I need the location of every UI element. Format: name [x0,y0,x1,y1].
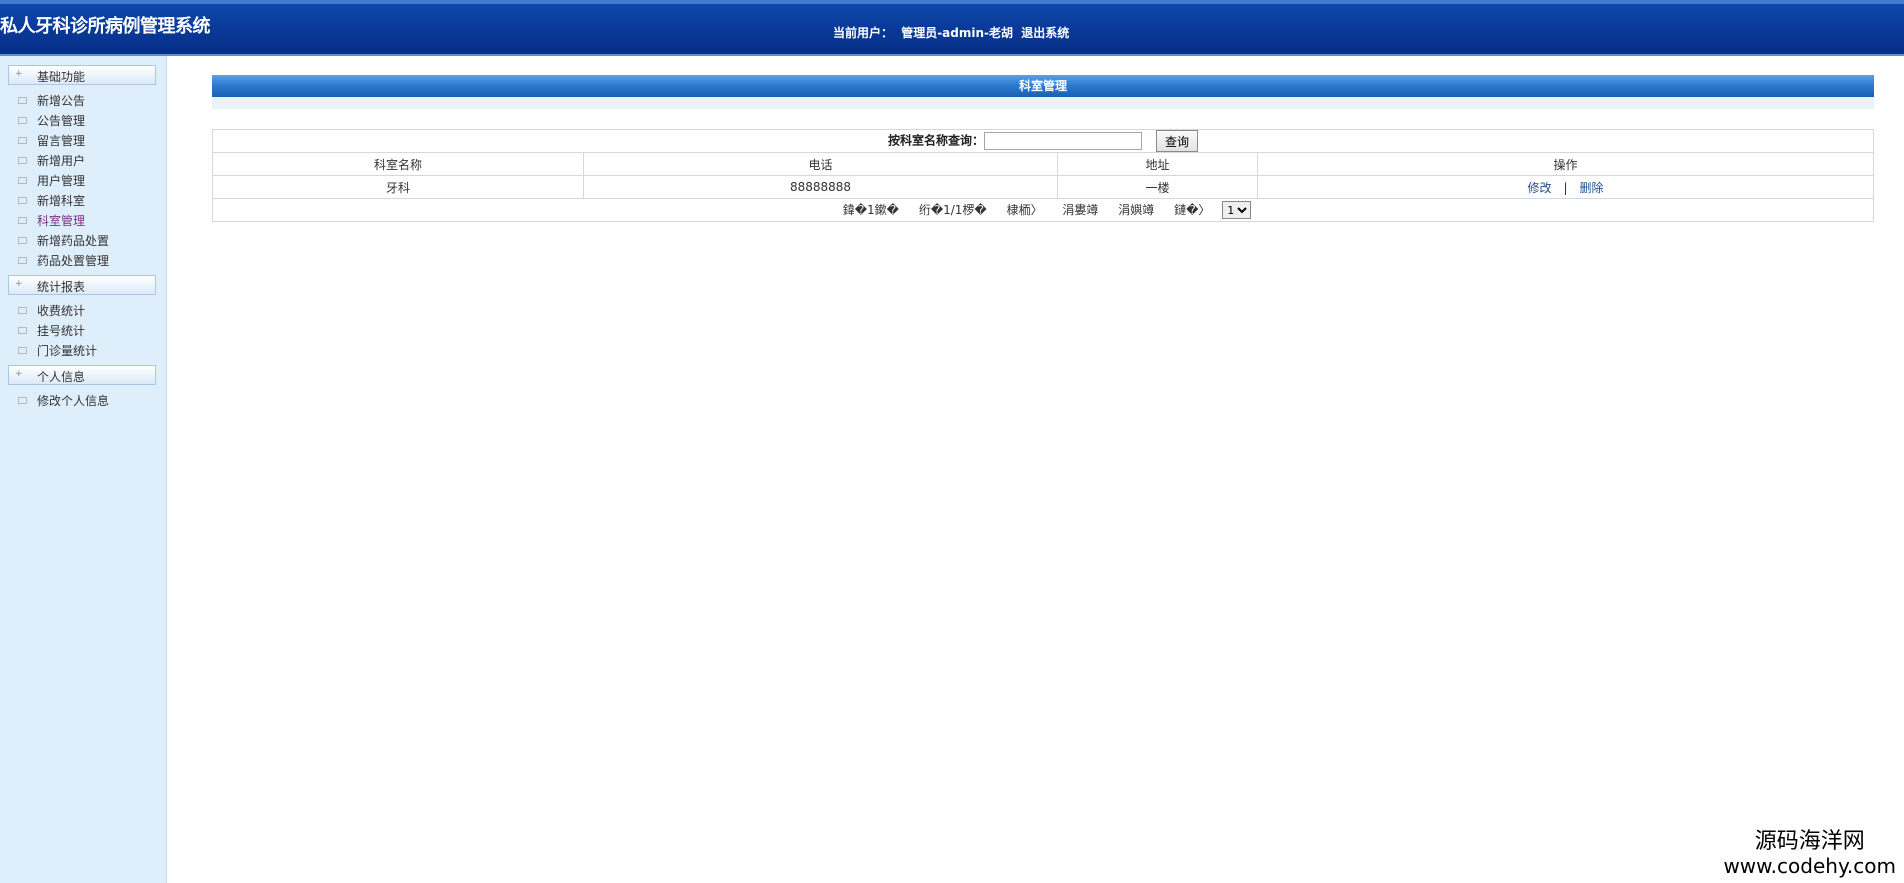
expand-icon: + [15,69,23,79]
bullet-icon [18,177,27,184]
watermark: 源码海洋网 www.codehy.com [1723,829,1896,877]
menu-group-label: 统计报表 [37,280,86,294]
search-button[interactable]: 查询 [1156,130,1199,152]
edit-link[interactable]: 修改 [1527,181,1551,195]
department-name-search-input[interactable] [984,132,1142,150]
sidebar-item-fee-stats[interactable]: 收费统计 [18,302,85,320]
pager-next-link[interactable]: 涓嬩竴 [1118,203,1154,217]
cell-address: 一楼 [1057,175,1258,199]
sidebar-item-department-manage[interactable]: 科室管理 [18,212,85,230]
bullet-icon [18,237,27,244]
sidebar-item-label: 挂号统计 [37,324,86,338]
cell-phone: 88888888 [583,175,1058,199]
bullet-icon [18,197,27,204]
action-separator: | [1563,180,1568,195]
sidebar-item-label: 修改个人信息 [37,394,110,408]
pager-first-link[interactable]: 棣栭〉 [1007,203,1043,217]
menu-group-basic[interactable]: + 基础功能 [8,65,156,85]
watermark-line1: 源码海洋网 [1754,829,1865,854]
sidebar-item-label: 留言管理 [37,134,86,148]
menu-group-label: 基础功能 [37,70,86,84]
header-topline [0,0,1904,4]
bullet-icon [18,347,27,354]
search-cell: 按科室名称查询： 查询 [212,129,1874,153]
bullet-icon [18,397,27,404]
sidebar-item-label: 用户管理 [37,174,86,188]
delete-link[interactable]: 删除 [1580,181,1604,195]
sidebar-item-message-manage[interactable]: 留言管理 [18,132,85,150]
panel-title: 科室管理 [212,75,1874,97]
sidebar-item-label: 公告管理 [37,114,86,128]
bullet-icon [18,307,27,314]
sidebar-item-label: 科室管理 [37,214,86,228]
sidebar-item-drug-manage[interactable]: 药品处置管理 [18,252,109,270]
page-select[interactable]: 1 [1222,201,1252,220]
sidebar-item-edit-profile[interactable]: 修改个人信息 [18,392,109,410]
sidebar-item-new-department[interactable]: 新增科室 [18,192,85,210]
sidebar-item-new-notice[interactable]: 新增公告 [18,92,85,110]
current-user-label: 当前用户： [833,26,894,40]
table-row: 牙科 88888888 一楼 修改 | 删除 [212,175,1874,199]
logout-link[interactable]: 退出系统 [1021,26,1069,40]
sidebar-item-user-manage[interactable]: 用户管理 [18,172,85,190]
column-header: 地址 [1057,152,1258,176]
sidebar-item-label: 药品处置管理 [37,254,110,268]
user-info: 当前用户： 管理员-admin-老胡 退出系统 [833,24,1073,41]
bullet-icon [18,137,27,144]
app-title: 私人牙科诊所病例管理系统 [0,16,211,37]
pager-total: 鍏�1鏉� [842,202,899,217]
sidebar-item-notice-manage[interactable]: 公告管理 [18,112,85,130]
pager-page: 绗�1/1椤� [918,202,987,217]
sidebar-item-label: 新增药品处置 [37,234,110,248]
pager: 鍏�1鏉� 绗�1/1椤� 棣栭〉 涓婁竴 涓嬩竴 鏈�〉 1 [212,198,1874,222]
pager-prev-link[interactable]: 涓婁竴 [1062,203,1098,217]
expand-icon: + [15,279,23,289]
expand-icon: + [15,369,23,379]
menu-group-personal[interactable]: + 个人信息 [8,365,156,385]
column-header: 操作 [1257,152,1874,176]
search-row: 按科室名称查询： 查询 [212,129,1874,153]
watermark-line2: www.codehy.com [1723,854,1896,878]
top-header: 私人牙科诊所病例管理系统 当前用户： 管理员-admin-老胡 退出系统 [0,0,1904,56]
panel-subbar [212,97,1874,109]
bullet-icon [18,117,27,124]
bullet-icon [18,327,27,334]
sidebar-item-label: 收费统计 [37,304,86,318]
table-header-row: 科室名称 电话 地址 操作 [212,152,1874,176]
sidebar-item-label: 门诊量统计 [37,344,98,358]
column-header: 电话 [583,152,1058,176]
column-header: 科室名称 [212,152,584,176]
department-table: 按科室名称查询： 查询 科室名称 电话 地址 操作 牙科 88888888 一楼 … [212,129,1874,222]
sidebar-item-visit-stats[interactable]: 门诊量统计 [18,342,97,360]
pager-row: 鍏�1鏉� 绗�1/1椤� 棣栭〉 涓婁竴 涓嬩竴 鏈�〉 1 [212,198,1874,222]
cell-actions: 修改 | 删除 [1257,175,1874,199]
sidebar-item-label: 新增用户 [37,154,86,168]
sidebar-item-label: 新增科室 [37,194,86,208]
bullet-icon [18,97,27,104]
current-user-value: 管理员-admin-老胡 [901,26,1014,40]
sidebar-item-new-user[interactable]: 新增用户 [18,152,85,170]
sidebar-item-label: 新增公告 [37,94,86,108]
sidebar-item-new-drug[interactable]: 新增药品处置 [18,232,109,250]
bullet-icon [18,257,27,264]
bullet-icon [18,157,27,164]
cell-department-name: 牙科 [212,175,584,199]
sidebar-item-registration-stats[interactable]: 挂号统计 [18,322,85,340]
search-label: 按科室名称查询： [887,133,984,148]
menu-group-label: 个人信息 [37,370,86,384]
pager-last-link[interactable]: 鏈�〉 [1174,203,1210,217]
sidebar: + 基础功能 新增公告 公告管理 留言管理 新增用户 用户管理 新增科室 科室管… [0,56,167,883]
bullet-icon [18,217,27,224]
menu-group-reports[interactable]: + 统计报表 [8,275,156,295]
